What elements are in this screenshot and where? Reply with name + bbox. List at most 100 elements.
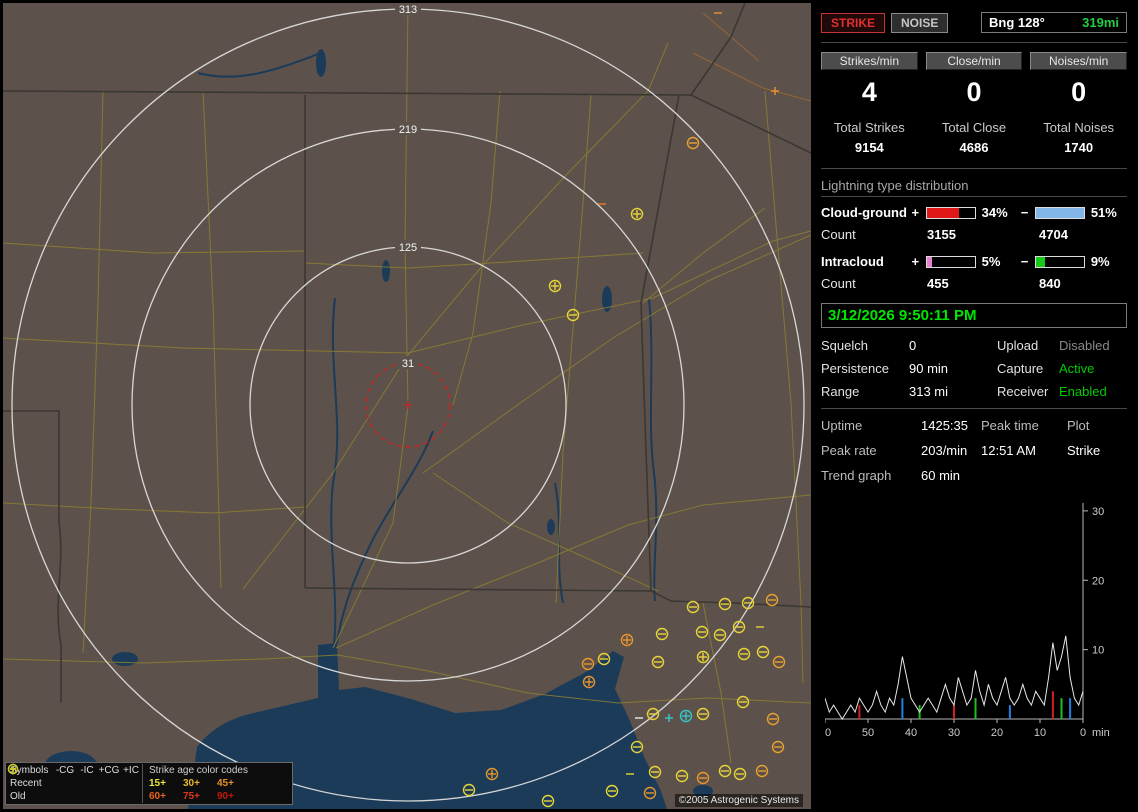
- strikes-per-min-button[interactable]: Strikes/min: [821, 52, 918, 70]
- cloud-ground-row: Cloud-ground + 34% − 51%: [821, 205, 1127, 220]
- age-code-30plus: 30+: [183, 778, 200, 789]
- total-strikes-label: Total Strikes: [833, 120, 905, 135]
- total-noises-label: Total Noises: [1043, 120, 1115, 135]
- upload-label: Upload: [997, 338, 1039, 353]
- divider: [821, 196, 1127, 197]
- trend-graph-label: Trend graph: [821, 468, 892, 483]
- range-value: 313 mi: [909, 384, 949, 399]
- age-codes-recent: 15+ 30+ 45+: [142, 777, 292, 790]
- legend-header-pos-cg: +CG: [98, 765, 120, 776]
- stats-panel: STRIKE NOISE Bng 128° 319mi Strikes/min …: [813, 0, 1135, 812]
- total-strikes-value: 9154: [854, 140, 884, 155]
- cg-positive-pct: 34%: [981, 205, 1008, 220]
- capture-label: Capture: [997, 361, 1044, 376]
- close-per-min-value: 0: [966, 77, 982, 107]
- squelch-value: 0: [909, 338, 917, 353]
- view-toggle-bar: STRIKE NOISE Bng 128° 319mi: [821, 12, 1127, 33]
- divider: [821, 408, 1127, 409]
- age-code-90plus: 90+: [217, 791, 234, 802]
- cg-positive-bar: [926, 206, 976, 219]
- count-label: Count: [821, 227, 856, 242]
- range-label: Range: [821, 384, 860, 399]
- peak-time-label: Peak time: [981, 418, 1039, 433]
- cloud-ground-label: Cloud-ground: [821, 205, 907, 220]
- cloud-ground-count-row: Count 3155 4704: [821, 227, 1127, 242]
- close-per-min-button[interactable]: Close/min: [925, 52, 1023, 70]
- svg-text:20: 20: [991, 727, 1003, 739]
- distribution-title: Lightning type distribution: [821, 178, 969, 193]
- trend-graph[interactable]: 30 20 10 60 50 40 30 20 10 0 min: [821, 493, 1127, 745]
- legend-age-title: Strike age color codes: [142, 764, 292, 777]
- minus-sign: −: [1020, 254, 1029, 269]
- noises-column: Noises/min 0 Total Noises 1740: [1030, 52, 1127, 159]
- trend-graph-canvas: 30 20 10 60 50 40 30 20 10 0 min: [825, 503, 1110, 739]
- plot-label: Plot: [1067, 418, 1090, 433]
- age-code-15plus: 15+: [149, 778, 166, 789]
- plus-sign: +: [911, 254, 920, 269]
- svg-text:10: 10: [1034, 727, 1046, 739]
- plus-sign: +: [911, 205, 920, 220]
- lightning-map[interactable]: 313 219 125 31 Symbols -CG -IC +CG +IC Stri…: [3, 3, 811, 809]
- cg-negative-pct: 51%: [1090, 205, 1117, 220]
- ic-negative-bar: [1035, 255, 1085, 268]
- strike-view-button[interactable]: STRIKE: [821, 12, 886, 33]
- bearing-readout: Bng 128° 319mi: [981, 12, 1127, 33]
- legend-header-neg-cg: -CG: [55, 765, 75, 776]
- receiver-label: Receiver: [997, 384, 1049, 399]
- age-code-45plus: 45+: [217, 778, 234, 789]
- total-noises-value: 1740: [1064, 140, 1094, 155]
- noises-per-min-value: 0: [1071, 77, 1087, 107]
- total-close-value: 4686: [959, 140, 989, 155]
- uptime-value: 1425:35: [921, 418, 968, 433]
- upload-status: Disabled: [1059, 338, 1110, 353]
- distribution-section: Lightning type distribution Cloud-ground…: [821, 178, 1127, 291]
- peak-time-value: 12:51 AM: [981, 443, 1036, 458]
- receiver-status: Enabled: [1059, 384, 1107, 399]
- age-code-60plus: 60+: [149, 791, 166, 802]
- svg-text:min: min: [1092, 727, 1110, 739]
- ic-negative-count: 840: [1039, 276, 1061, 291]
- legend-old-label: Old: [10, 791, 26, 802]
- trend-graph-value: 60 min: [921, 468, 961, 483]
- ic-negative-pct: 9%: [1090, 254, 1110, 269]
- svg-text:219: 219: [399, 124, 417, 136]
- age-code-75plus: 75+: [183, 791, 200, 802]
- age-codes-old: 60+ 75+ 90+: [142, 790, 292, 803]
- svg-text:0: 0: [1080, 727, 1086, 739]
- bearing-label: Bng 128°: [989, 15, 1045, 30]
- intracloud-label: Intracloud: [821, 254, 884, 269]
- intracloud-row: Intracloud + 5% − 9%: [821, 254, 1127, 269]
- session-stats: Uptime 1425:35 Peak time Plot Peak rate …: [821, 418, 1127, 483]
- uptime-label: Uptime: [821, 418, 863, 433]
- noise-view-button[interactable]: NOISE: [891, 12, 949, 33]
- svg-text:313: 313: [399, 4, 417, 16]
- cg-negative-count: 4704: [1039, 227, 1068, 242]
- noises-per-min-button[interactable]: Noises/min: [1030, 52, 1127, 70]
- map-canvas: 313 219 125 31: [3, 3, 811, 809]
- persistence-label: Persistence: [821, 361, 889, 376]
- legend-recent-label: Recent: [10, 778, 42, 789]
- close-column: Close/min 0 Total Close 4686: [925, 52, 1023, 159]
- svg-text:20: 20: [1092, 575, 1104, 587]
- status-table: Squelch 0 Upload Disabled Persistence 90…: [821, 338, 1127, 399]
- svg-text:40: 40: [905, 727, 917, 739]
- squelch-label: Squelch: [821, 338, 868, 353]
- minus-sign: −: [1020, 205, 1029, 220]
- peak-rate-value: 203/min: [921, 443, 968, 458]
- strikes-per-min-value: 4: [861, 77, 877, 107]
- legend-header-pos-ic: +IC: [123, 765, 139, 776]
- legend-header-neg-ic: -IC: [80, 765, 94, 776]
- strikes-column: Strikes/min 4 Total Strikes 9154: [821, 52, 918, 159]
- svg-text:30: 30: [948, 727, 960, 739]
- cg-negative-bar: [1035, 206, 1085, 219]
- capture-status: Active: [1059, 361, 1095, 376]
- rate-counters: Strikes/min 4 Total Strikes 9154 Close/m…: [821, 52, 1127, 159]
- divider: [821, 42, 1127, 43]
- plot-value: Strike: [1067, 443, 1101, 458]
- svg-text:60: 60: [825, 727, 831, 739]
- datetime-display: 3/12/2026 9:50:11 PM: [821, 303, 1127, 328]
- ic-positive-pct: 5%: [981, 254, 1001, 269]
- svg-text:125: 125: [399, 242, 417, 254]
- svg-text:30: 30: [1092, 506, 1104, 518]
- persistence-value: 90 min: [909, 361, 949, 376]
